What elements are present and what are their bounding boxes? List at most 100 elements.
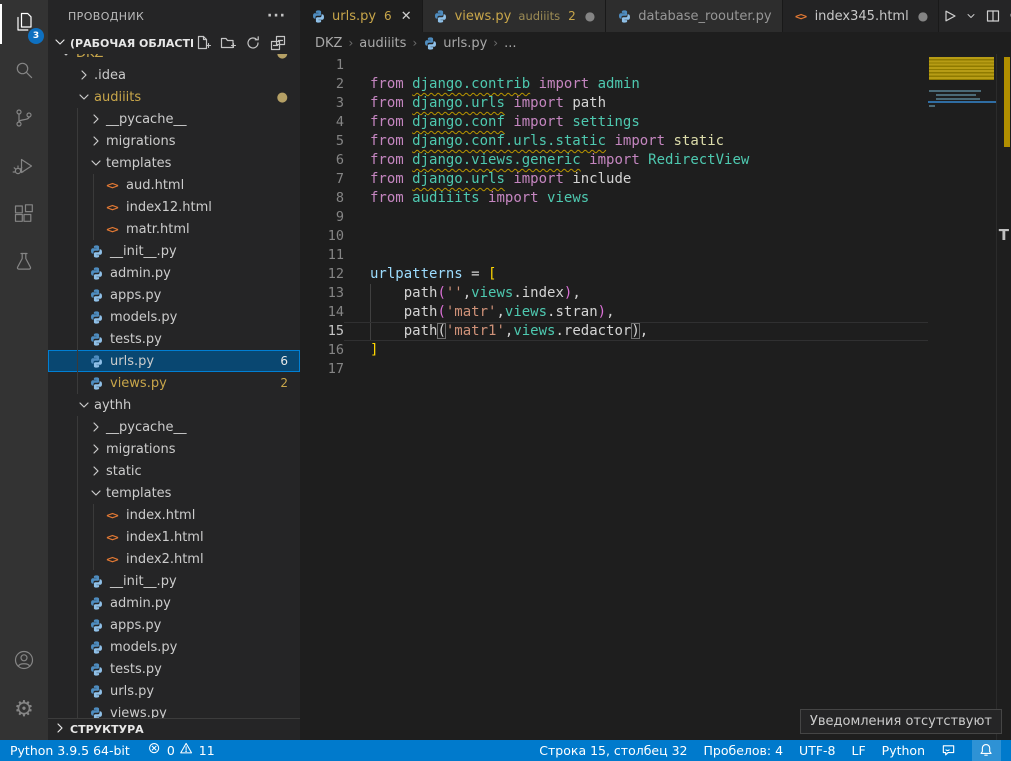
tree-item-label: __init__.py xyxy=(110,574,177,589)
activity-bar-item-extensions[interactable] xyxy=(0,192,48,240)
chevron-down-icon xyxy=(76,397,92,413)
code-line-7[interactable]: 7from django.urls import include xyxy=(300,170,928,189)
activity-bar-item-source-control[interactable] xyxy=(0,96,48,144)
breadcrumb-label: urls.py xyxy=(443,36,487,51)
tree-item--init-py[interactable]: __init__.py xyxy=(48,570,300,592)
eol[interactable]: LF xyxy=(852,743,866,758)
python-interpreter[interactable]: Python 3.9.5 64-bit xyxy=(10,743,130,758)
chevron-down-small-icon[interactable] xyxy=(963,8,979,24)
activity-bar-item-settings[interactable]: ⚙ xyxy=(0,686,48,734)
code-line-8[interactable]: 8from audiiits import views xyxy=(300,189,928,208)
tab-database-roouter-py[interactable]: database_roouter.py xyxy=(606,0,782,32)
code-line-4[interactable]: 4from django.conf import settings xyxy=(300,113,928,132)
tab-index345-html[interactable]: <>index345.html● xyxy=(783,0,940,32)
tree-item-tests-py[interactable]: tests.py xyxy=(48,658,300,680)
tree-item-apps-py[interactable]: apps.py xyxy=(48,284,300,306)
code-line-10[interactable]: 10 xyxy=(300,227,928,246)
breadcrumb-label: audiiits xyxy=(359,36,406,51)
problems-badge: 2 xyxy=(280,376,288,390)
explorer-more-actions-icon[interactable]: ··· xyxy=(267,8,286,24)
encoding[interactable]: UTF-8 xyxy=(799,743,835,758)
tree-item-urls-py[interactable]: urls.py xyxy=(48,680,300,702)
activity-bar-item-account[interactable] xyxy=(0,638,48,686)
workspace-section-header[interactable]: (РАБОЧАЯ ОБЛАСТЬ) ... xyxy=(48,32,300,54)
chevron-right-icon xyxy=(88,463,104,479)
code-line-13[interactable]: 13 path('',views.index), xyxy=(300,284,928,303)
new-folder-icon[interactable] xyxy=(220,35,236,51)
problems-status[interactable]: 011 xyxy=(148,742,215,759)
activity-bar-item-explorer[interactable]: 3 xyxy=(0,0,48,48)
tree-item-matr-html[interactable]: <>matr.html xyxy=(48,218,300,240)
refresh-icon[interactable] xyxy=(245,35,261,51)
activity-bar-item-search[interactable] xyxy=(0,48,48,96)
tree-item-migrations[interactable]: migrations xyxy=(48,130,300,152)
tree-item-models-py[interactable]: models.py xyxy=(48,636,300,658)
tree-item-urls-py[interactable]: urls.py6 xyxy=(48,350,300,372)
breadcrumb-item-audiiits[interactable]: audiiits xyxy=(359,36,406,51)
close-icon[interactable]: ✕ xyxy=(401,9,412,24)
tree-item-aythh[interactable]: aythh xyxy=(48,394,300,416)
tree-item-index2-html[interactable]: <>index2.html xyxy=(48,548,300,570)
scrollbar-overview-ruler[interactable]: T xyxy=(996,54,1011,740)
tree-item--pycache-[interactable]: __pycache__ xyxy=(48,416,300,438)
code-line-15[interactable]: 15 path('matr1',views.redactor), xyxy=(300,322,928,341)
activity-bar-bottom: ⚙ xyxy=(0,638,48,734)
tree-item-admin-py[interactable]: admin.py xyxy=(48,262,300,284)
breadcrumb-item-urls-py[interactable]: urls.py xyxy=(423,35,487,51)
split-editor-icon[interactable] xyxy=(983,6,1003,26)
code-editor[interactable]: 12from django.contrib import admin3from … xyxy=(300,54,1011,740)
tree-item-aud-html[interactable]: <>aud.html xyxy=(48,174,300,196)
chevron-right-icon xyxy=(88,133,104,149)
tree-item-index-html[interactable]: <>index.html xyxy=(48,504,300,526)
tree-item-templates[interactable]: templates xyxy=(48,152,300,174)
vscode-window: 3⚙ ПРОВОДНИК ··· DKZ●.ideaaudiiits●__pyc… xyxy=(0,0,1011,761)
run-icon[interactable] xyxy=(939,6,959,26)
tree-item-migrations[interactable]: migrations xyxy=(48,438,300,460)
code-line-17[interactable]: 17 xyxy=(300,360,928,379)
breadcrumb-item--[interactable]: ... xyxy=(504,36,516,51)
feedback-icon[interactable] xyxy=(941,743,956,758)
language-mode[interactable]: Python xyxy=(882,743,925,758)
tab-views-py[interactable]: views.pyaudiiits2● xyxy=(423,0,607,32)
code-token: path xyxy=(564,95,606,111)
activity-bar-item-run-and-debug[interactable] xyxy=(0,144,48,192)
new-file-icon[interactable] xyxy=(195,35,211,51)
collapse-all-icon[interactable] xyxy=(270,35,286,51)
tab-urls-py[interactable]: urls.py6✕ xyxy=(300,0,423,32)
py-file-icon xyxy=(88,617,104,633)
tree-item-views-py[interactable]: views.py2 xyxy=(48,372,300,394)
code-line-12[interactable]: 12urlpatterns = [ xyxy=(300,265,928,284)
tree-item-apps-py[interactable]: apps.py xyxy=(48,614,300,636)
code-line-5[interactable]: 5from django.conf.urls.static import sta… xyxy=(300,132,928,151)
code-line-9[interactable]: 9 xyxy=(300,208,928,227)
minimap[interactable] xyxy=(928,54,996,740)
outline-section-header[interactable]: СТРУКТУРА xyxy=(48,718,300,740)
tree-item--pycache-[interactable]: __pycache__ xyxy=(48,108,300,130)
more-icon[interactable]: ··· xyxy=(1007,6,1011,26)
modified-dot-icon: ● xyxy=(585,9,595,23)
tree-item-templates[interactable]: templates xyxy=(48,482,300,504)
indentation[interactable]: Пробелов: 4 xyxy=(704,743,784,758)
tree-item-index1-html[interactable]: <>index1.html xyxy=(48,526,300,548)
tree-item-admin-py[interactable]: admin.py xyxy=(48,592,300,614)
tree-item-static[interactable]: static xyxy=(48,460,300,482)
code-line-3[interactable]: 3from django.urls import path xyxy=(300,94,928,113)
cursor-position[interactable]: Строка 15, столбец 32 xyxy=(539,743,687,758)
tree-item-audiiits[interactable]: audiiits● xyxy=(48,86,300,108)
code-line-11[interactable]: 11 xyxy=(300,246,928,265)
breadcrumb-item-dkz[interactable]: DKZ xyxy=(315,36,342,51)
code-line-6[interactable]: 6from django.views.generic import Redire… xyxy=(300,151,928,170)
testing-icon xyxy=(12,250,36,278)
code-line-1[interactable]: 1 xyxy=(300,56,928,75)
notifications-bell-icon[interactable] xyxy=(972,740,1001,761)
activity-bar-item-testing[interactable] xyxy=(0,240,48,288)
tree-item-index12-html[interactable]: <>index12.html xyxy=(48,196,300,218)
tree-item--init-py[interactable]: __init__.py xyxy=(48,240,300,262)
tree-item-tests-py[interactable]: tests.py xyxy=(48,328,300,350)
tree-item-models-py[interactable]: models.py xyxy=(48,306,300,328)
code-token: '' xyxy=(446,285,463,301)
code-line-2[interactable]: 2from django.contrib import admin xyxy=(300,75,928,94)
tree-item--idea[interactable]: .idea xyxy=(48,64,300,86)
code-line-14[interactable]: 14 path('matr',views.stran), xyxy=(300,303,928,322)
code-line-16[interactable]: 16] xyxy=(300,341,928,360)
